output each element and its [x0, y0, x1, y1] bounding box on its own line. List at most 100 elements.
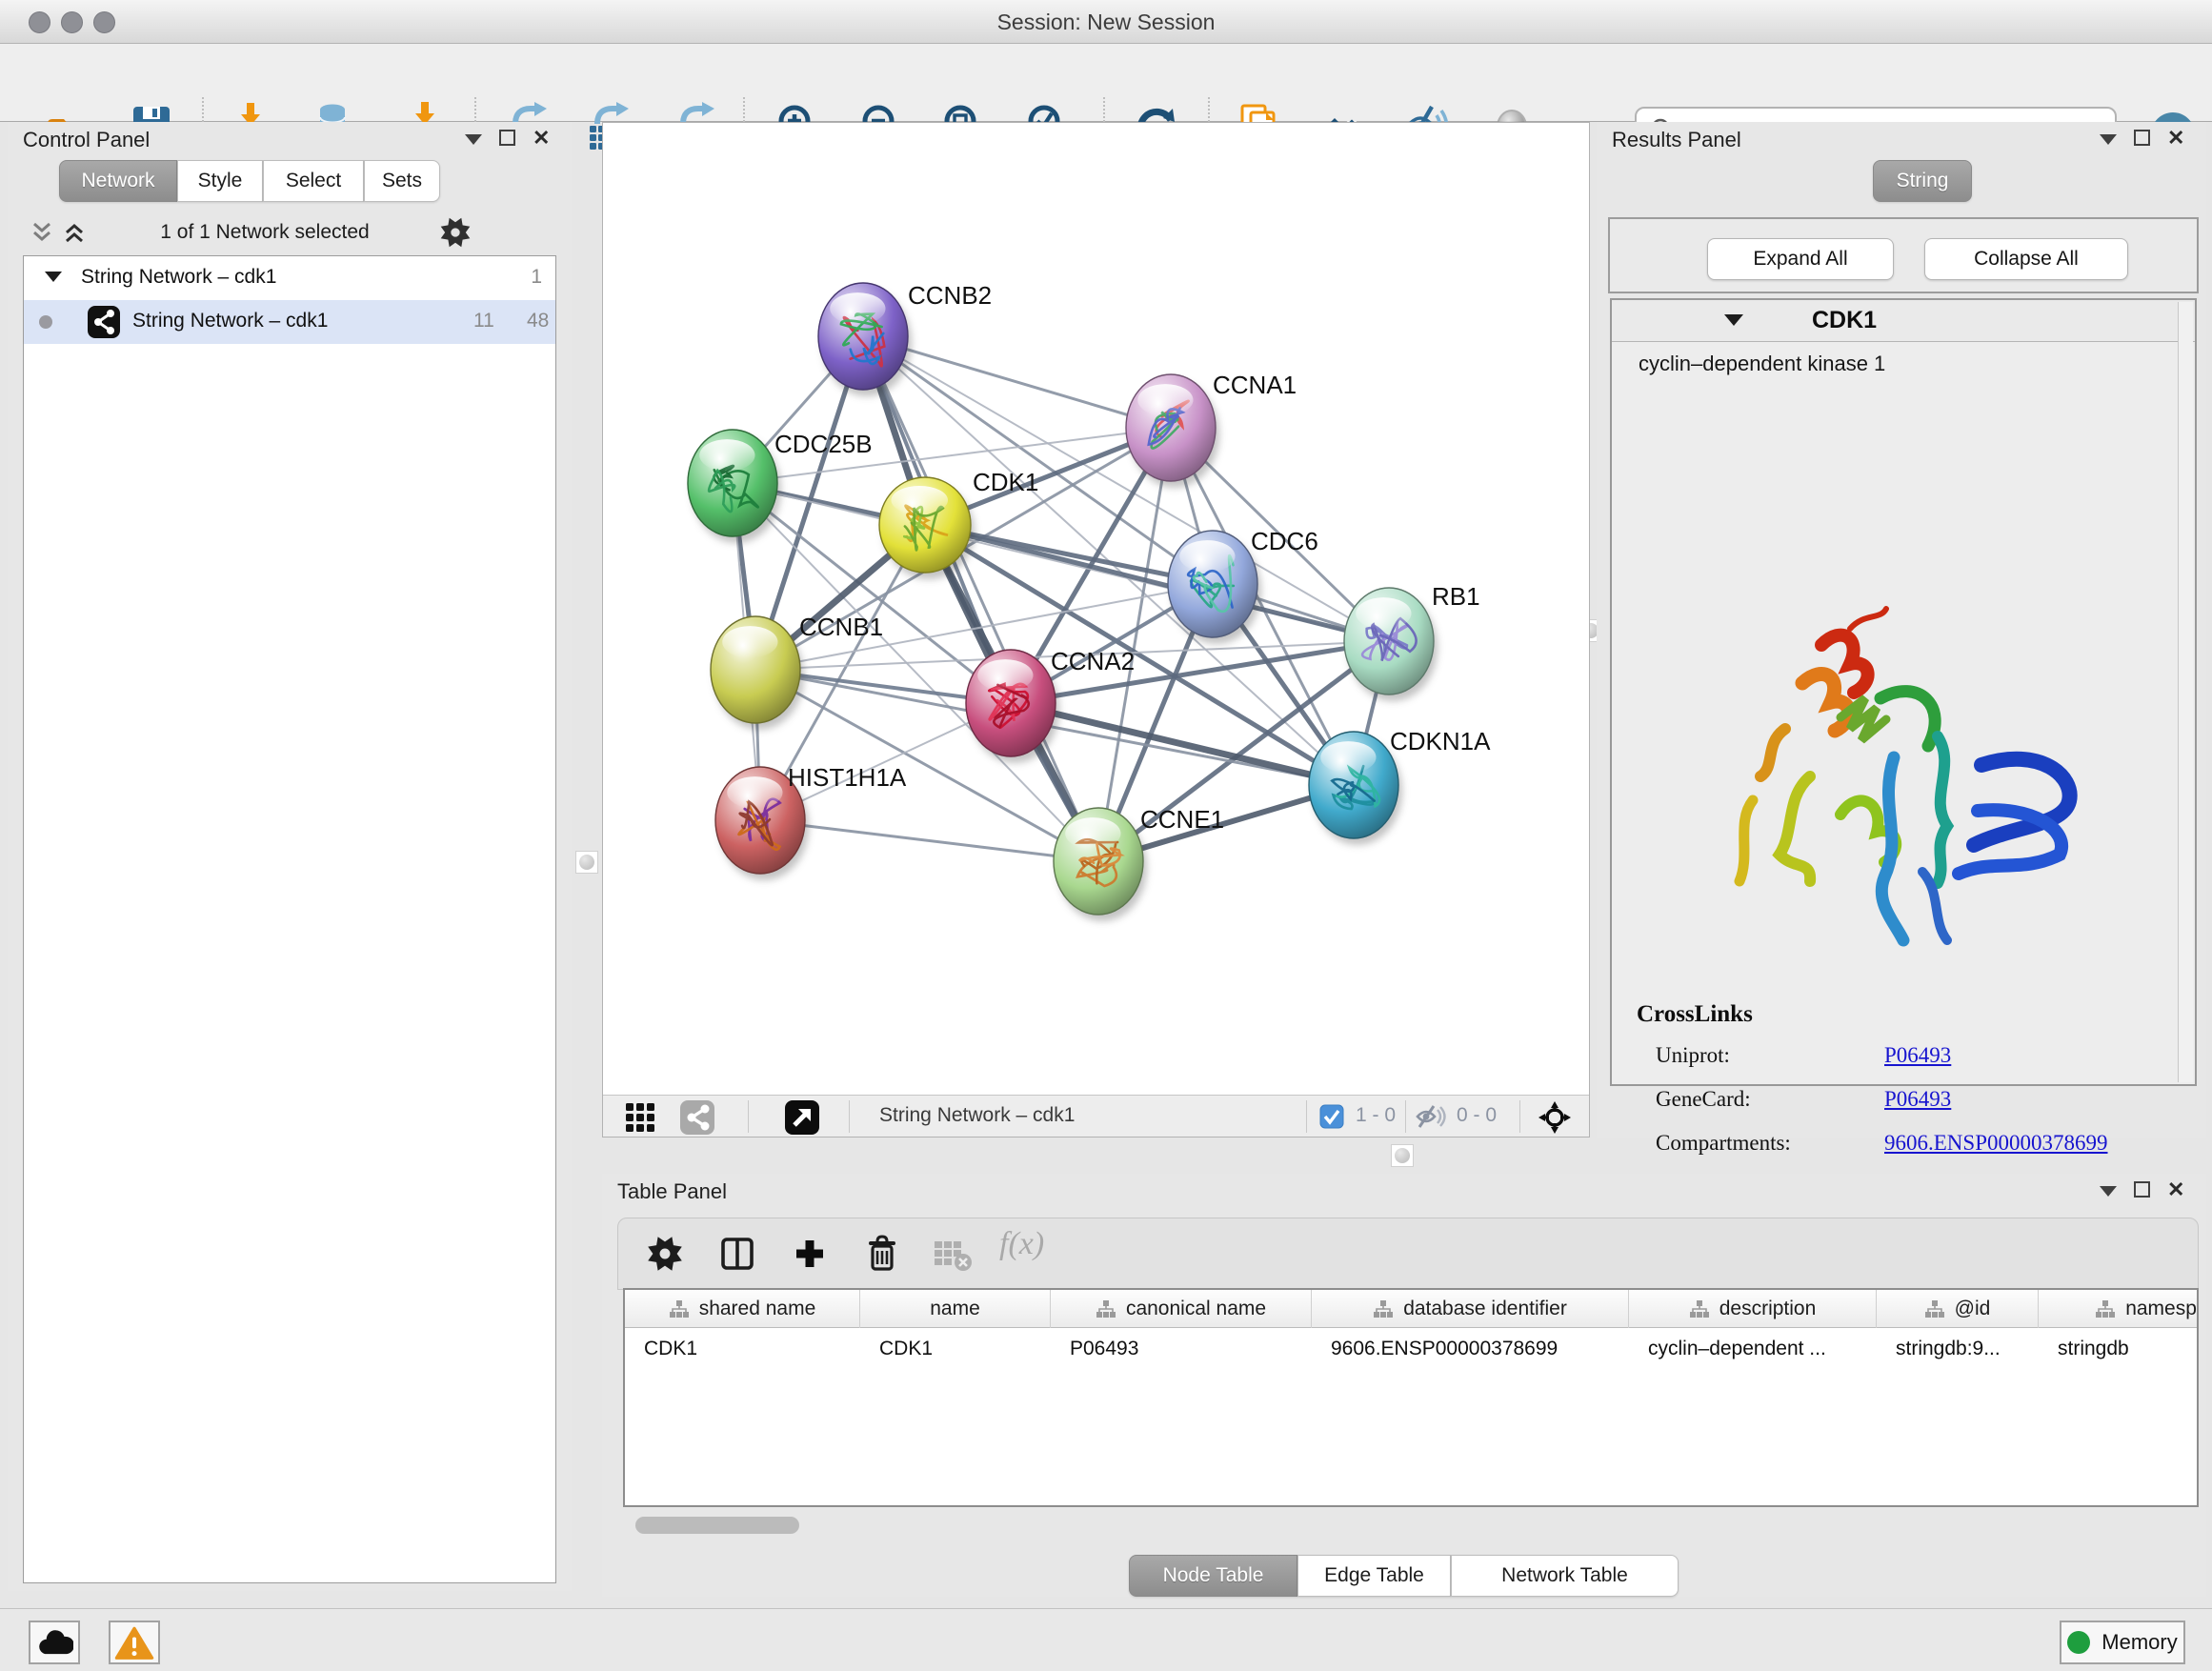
network-row[interactable]: String Network – cdk1 11 48 [24, 300, 555, 344]
column-header--id[interactable]: @id [1877, 1290, 2039, 1328]
cell-namespace: stringdb [2039, 1328, 2199, 1370]
close-panel-button[interactable]: ✕ [2167, 130, 2184, 146]
collection-label: String Network – cdk1 [81, 266, 276, 289]
share-view-icon[interactable] [679, 1099, 715, 1136]
tab-sets[interactable]: Sets [364, 160, 440, 202]
table-row[interactable]: CDK1CDK1P064939606.ENSP00000378699cyclin… [625, 1328, 2199, 1370]
column-label: canonical name [1126, 1298, 1266, 1320]
gear-icon[interactable] [438, 215, 473, 250]
tab-node-table[interactable]: Node Table [1129, 1555, 1297, 1597]
column-label: database identifier [1403, 1298, 1567, 1320]
add-column-icon[interactable] [790, 1234, 830, 1274]
close-window-button[interactable] [29, 11, 50, 33]
table-panel: Table Panel ✕ f(x) [602, 1174, 2206, 1597]
float-panel-button[interactable] [2134, 130, 2150, 146]
network-node-CDC25B[interactable] [688, 430, 781, 543]
cell-description: cyclin–dependent ... [1629, 1328, 1877, 1370]
network-node-CDK1[interactable] [879, 477, 975, 579]
node-table: shared name name canonical name database id… [623, 1288, 2199, 1507]
crosslink-label: Compartments: [1656, 1131, 1791, 1155]
crosslink-value-link[interactable]: P06493 [1884, 1087, 1951, 1112]
close-panel-button[interactable]: ✕ [533, 130, 550, 146]
grid-view-icon[interactable] [624, 1099, 658, 1134]
table-toolbar: f(x) [617, 1218, 2199, 1290]
network-collection-row[interactable]: String Network – cdk1 1 [24, 256, 555, 300]
node-label-CCNA1: CCNA1 [1213, 371, 1297, 399]
node-label-CCNB2: CCNB2 [908, 281, 992, 310]
gear-icon[interactable] [645, 1234, 685, 1274]
column-header-description[interactable]: description [1629, 1290, 1877, 1328]
tab-edge-table[interactable]: Edge Table [1297, 1555, 1451, 1597]
float-panel-button[interactable] [499, 130, 515, 146]
results-buttons-box: Expand All Collapse All [1608, 217, 2199, 293]
network-node-CCNA1[interactable] [1126, 374, 1219, 488]
crosslink-value-link[interactable]: 9606.ENSP00000378699 [1884, 1131, 2108, 1156]
tab-style[interactable]: Style [177, 160, 263, 202]
panel-menu-icon[interactable] [2100, 1186, 2117, 1197]
network-edge-CDK1-RB1[interactable] [925, 525, 1389, 641]
tab-network[interactable]: Network [59, 160, 177, 202]
tab-network-table[interactable]: Network Table [1451, 1555, 1679, 1597]
crosslink-value-link[interactable]: P06493 [1884, 1043, 1951, 1068]
tab-select[interactable]: Select [263, 160, 364, 202]
birds-eye-crosshair-icon[interactable] [1537, 1099, 1573, 1136]
string-network-graph[interactable]: CCNB2CCNA1CDC25BCDK1CDC6RB1CCNB1CCNA2CDK… [603, 123, 1589, 1095]
collapse-all-button[interactable]: Collapse All [1924, 238, 2128, 280]
expand-all-button[interactable]: Expand All [1707, 238, 1894, 280]
panel-menu-icon[interactable] [2100, 134, 2117, 145]
panel-menu-icon[interactable] [465, 134, 482, 145]
shared-column-icon [1689, 1299, 1710, 1319]
network-view-toolbar: String Network – cdk1 1 - 0 0 - 0 [603, 1095, 1589, 1137]
delete-table-icon [933, 1238, 973, 1272]
gene-section-header[interactable]: CDK1 [1612, 300, 2195, 342]
minimize-window-button[interactable] [61, 11, 83, 33]
bottom-splitter-handle[interactable] [1391, 1144, 1414, 1167]
selected-checkbox-icon[interactable] [1319, 1104, 1344, 1129]
column-header-name[interactable]: name [860, 1290, 1051, 1328]
network-node-CCNE1[interactable] [1054, 808, 1147, 921]
zoom-window-button[interactable] [93, 11, 115, 33]
network-node-CCNB1[interactable] [711, 616, 804, 730]
shared-column-icon [1096, 1299, 1116, 1319]
column-header-canonical-name[interactable]: canonical name [1051, 1290, 1312, 1328]
column-header-namespace[interactable]: namespace [2039, 1290, 2199, 1328]
network-node-CCNA2[interactable] [966, 650, 1059, 763]
shared-column-icon [2095, 1299, 2116, 1319]
results-scrollbar[interactable] [2178, 302, 2193, 1082]
memory-button[interactable]: Memory [2060, 1621, 2185, 1664]
cell-database-identifier: 9606.ENSP00000378699 [1312, 1328, 1629, 1370]
results-panel: Results Panel ✕ String Expand All Collap… [1597, 122, 2206, 1137]
status-bar: Memory [0, 1608, 2212, 1671]
collection-count: 1 [531, 266, 542, 289]
delete-column-trash-icon[interactable] [862, 1234, 902, 1274]
gene-name: CDK1 [1812, 307, 1877, 334]
hidden-eye-slash-icon[interactable] [1415, 1103, 1447, 1130]
column-label: shared name [699, 1298, 816, 1320]
columns-icon[interactable] [717, 1234, 757, 1274]
network-node-RB1[interactable] [1344, 588, 1438, 701]
tab-string[interactable]: String [1873, 160, 1972, 202]
collapse-all-chevron-icon[interactable] [29, 221, 55, 244]
cloud-button[interactable] [29, 1621, 80, 1664]
column-header-shared-name[interactable]: shared name [625, 1290, 860, 1328]
function-builder-button: f(x) [999, 1226, 1044, 1262]
network-canvas[interactable]: CCNB2CCNA1CDC25BCDK1CDC6RB1CCNB1CCNA2CDK… [602, 122, 1590, 1137]
collection-disclosure-icon[interactable] [45, 272, 62, 282]
protein-structure-image [1698, 586, 2117, 996]
warnings-button[interactable] [109, 1621, 160, 1664]
table-horizontal-scrollbar[interactable] [635, 1517, 799, 1534]
column-header-database-identifier[interactable]: database identifier [1312, 1290, 1629, 1328]
section-disclosure-icon[interactable] [1724, 314, 1743, 326]
network-node-CCNB2[interactable] [818, 283, 912, 396]
window-title-bar: Session: New Session [0, 0, 2212, 44]
open-in-new-window-icon[interactable] [784, 1099, 820, 1136]
close-panel-button[interactable]: ✕ [2167, 1181, 2184, 1198]
node-label-CDC6: CDC6 [1251, 527, 1318, 555]
float-panel-button[interactable] [2134, 1181, 2150, 1198]
network-edge-HIST1H1A-CCNE1[interactable] [760, 820, 1098, 861]
network-view-title: String Network – cdk1 [879, 1104, 1075, 1127]
network-node-CDKN1A[interactable] [1309, 732, 1402, 845]
left-splitter-handle[interactable] [575, 851, 598, 874]
column-label: description [1719, 1298, 1817, 1320]
expand-all-chevron-icon[interactable] [61, 221, 88, 244]
